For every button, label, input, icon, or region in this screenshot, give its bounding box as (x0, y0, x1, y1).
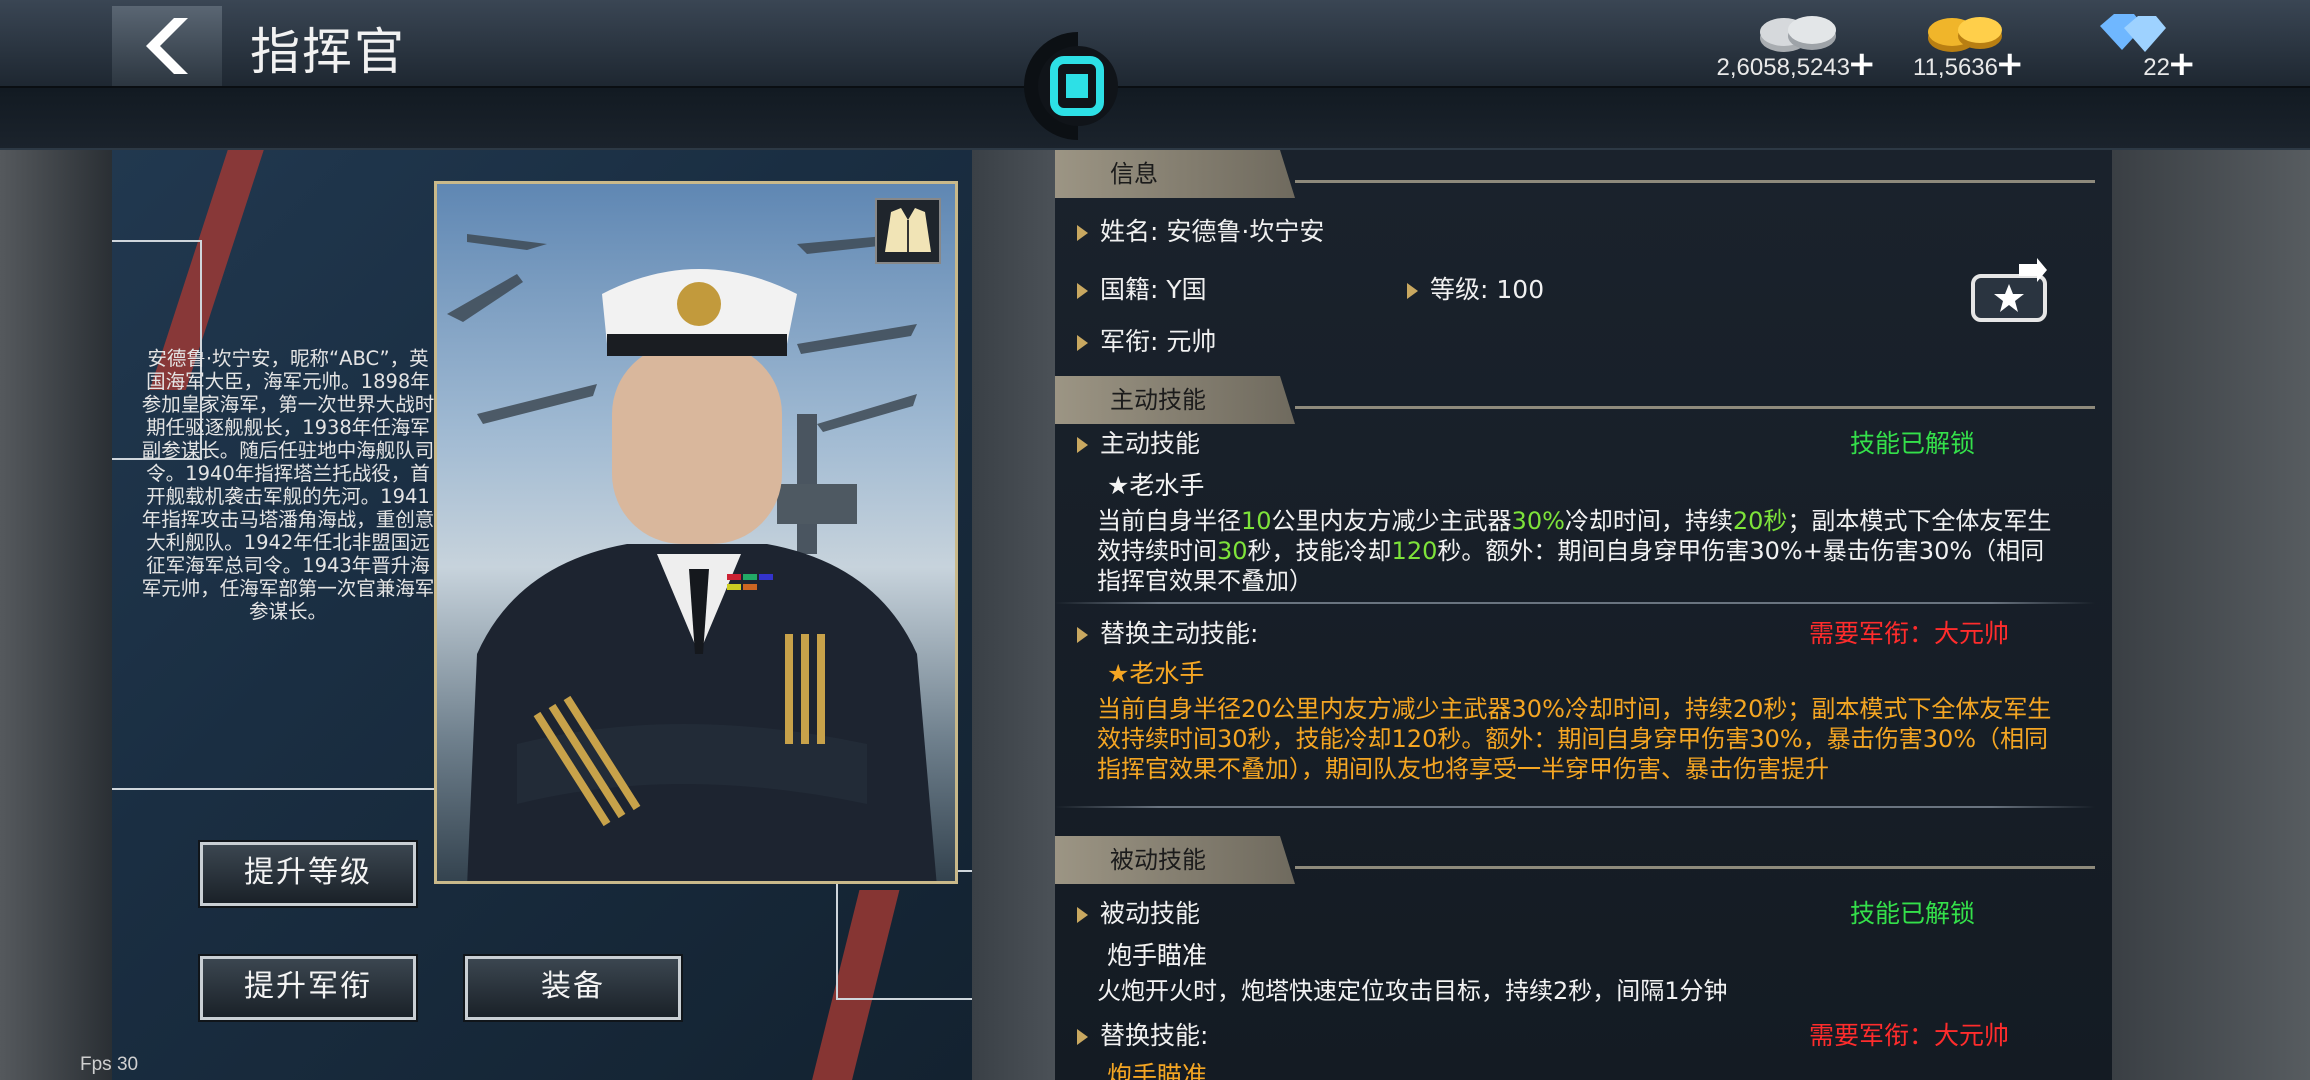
bullet-icon (1077, 627, 1088, 643)
passive-skill-label: 被动技能 (1100, 899, 1201, 928)
alt-passive-skill-label: 替换技能: (1100, 1021, 1209, 1050)
name-value: 安德鲁·坎宁安 (1166, 217, 1325, 246)
passive-skill-description: 火炮开火时，炮塔快速定位攻击目标，持续2秒，间隔1分钟 (1097, 977, 1728, 1005)
nation-value: Y国 (1166, 275, 1207, 304)
section-divider (1295, 180, 2095, 183)
bullet-icon (1077, 907, 1088, 923)
gold-amount: 11,5636 (1913, 54, 1998, 81)
background-right (2112, 150, 2310, 1080)
passive-skill-section-title: 被动技能 (1055, 836, 1295, 884)
alt-active-skill-requirement: 需要军衔：大元帅 (1809, 619, 2010, 648)
bullet-icon (1077, 225, 1088, 241)
page-title: 指挥官 (250, 23, 406, 81)
alt-passive-skill-name: 炮手瞄准 (1107, 1061, 1208, 1080)
highlighted-value: 30 (1217, 537, 1248, 565)
active-skill-section-title: 主动技能 (1055, 376, 1295, 424)
highlighted-value: 10 (1241, 507, 1272, 535)
active-skill-description: 当前自身半径10公里内友方减少主武器30%冷却时间，持续20秒；副本模式下全体友… (1097, 506, 2057, 596)
commander-bio: 安德鲁·坎宁安，昵称“ABC”，英国海军大臣，海军元帅。1898年参加皇家海军，… (141, 347, 435, 623)
active-skill-name: ★老水手 (1107, 471, 1205, 500)
section-divider (1055, 602, 2095, 604)
info-section-title: 信息 (1055, 150, 1295, 198)
alt-active-skill-description: 当前自身半径20公里内友方减少主武器30%冷却时间，持续20秒；副本模式下全体友… (1097, 695, 2052, 783)
description-text: 冷却时间，持续 (1564, 507, 1733, 535)
diamond-amount: 22 (2143, 54, 2170, 81)
back-button[interactable] (112, 6, 222, 86)
background-middle (972, 150, 1055, 1080)
active-skill-status: 技能已解锁 (1850, 429, 1976, 458)
alt-passive-skill-label-row: 替换技能: (1077, 1016, 1208, 1052)
level-value: 100 (1496, 275, 1545, 304)
upgrade-level-button[interactable]: 提升等级 (200, 842, 416, 906)
rank-row: 军衔: 元帅 (1077, 322, 1216, 358)
diamond-icon (2100, 14, 2166, 52)
nation-label: 国籍: (1100, 275, 1159, 304)
bullet-icon (1077, 283, 1088, 299)
back-arrow-icon (146, 18, 188, 74)
section-divider (1295, 866, 2095, 869)
nation-row: 国籍: Y国 (1077, 270, 1207, 306)
highlighted-value: 120 (1391, 537, 1438, 565)
highlighted-value: 30% (1511, 507, 1565, 535)
switch-commander-button[interactable] (1967, 258, 2051, 326)
background-left (0, 150, 112, 1080)
equip-button[interactable]: 装备 (465, 956, 681, 1020)
upgrade-rank-button[interactable]: 提升军衔 (200, 956, 416, 1020)
alt-active-skill-label: 替换主动技能: (1100, 619, 1259, 648)
rank-value: 元帅 (1166, 327, 1217, 356)
passive-skill-label-row: 被动技能 (1077, 894, 1200, 930)
uniform-icon[interactable] (875, 198, 941, 264)
fps-counter: Fps 30 (80, 1054, 139, 1075)
bullet-icon (1407, 283, 1418, 299)
rank-label: 军衔: (1100, 327, 1159, 356)
section-divider (1295, 406, 2095, 409)
diamond-currency[interactable]: 22 + (2000, 6, 2200, 86)
commander-portrait (434, 181, 958, 884)
commander-emblem-icon (1024, 32, 1118, 140)
add-diamond-icon[interactable]: + (2168, 44, 2197, 84)
active-skill-label: 主动技能 (1100, 429, 1201, 458)
alt-passive-skill-requirement: 需要军衔：大元帅 (1809, 1021, 2010, 1050)
bullet-icon (1077, 1029, 1088, 1045)
active-skill-label-row: 主动技能 (1077, 424, 1200, 460)
name-label: 姓名: (1100, 217, 1159, 246)
commander-details-panel: 信息 姓名: 安德鲁·坎宁安 国籍: Y国 等级: 100 军衔: 元帅 主动技… (1055, 150, 2112, 1080)
alt-active-skill-label-row: 替换主动技能: (1077, 614, 1258, 650)
highlighted-value: 20秒 (1732, 507, 1788, 535)
bullet-icon (1077, 437, 1088, 453)
gold-currency[interactable]: 11,5636 + (1828, 6, 2028, 86)
commander-illustration (447, 234, 937, 881)
description-text: 公里内友方减少主武器 (1271, 507, 1512, 535)
description-text: 当前自身半径 (1097, 507, 1241, 535)
level-label: 等级: (1430, 275, 1489, 304)
description-text: 秒，技能冷却 (1247, 537, 1392, 565)
swap-star-icon (1971, 258, 2047, 322)
header-strip (0, 88, 2310, 150)
top-bar: 指挥官 2,6058,5243 + 11,5636 + 22 + (0, 0, 2310, 88)
passive-skill-status: 技能已解锁 (1850, 899, 1976, 928)
decor-frame (836, 870, 972, 1000)
alt-active-skill-name: ★老水手 (1107, 659, 1205, 688)
jacket-icon (885, 208, 931, 252)
level-row: 等级: 100 (1407, 270, 1544, 306)
name-row: 姓名: 安德鲁·坎宁安 (1077, 212, 1324, 248)
section-divider (1055, 806, 2095, 808)
bullet-icon (1077, 335, 1088, 351)
passive-skill-name: 炮手瞄准 (1107, 941, 1208, 970)
